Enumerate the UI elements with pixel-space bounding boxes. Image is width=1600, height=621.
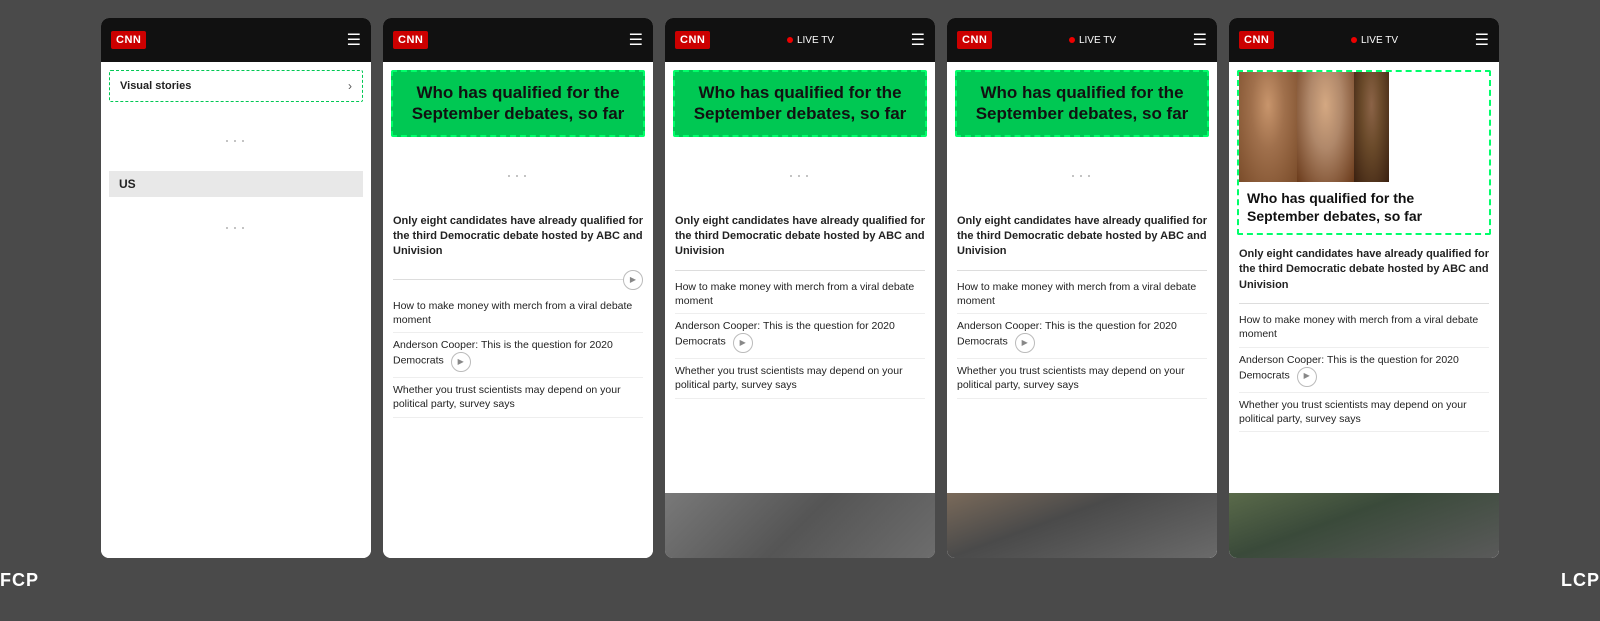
phone-2: CNN ☰ Who has qualified for the Septembe… xyxy=(383,18,653,558)
visual-stories-label: Visual stories xyxy=(120,80,191,92)
play-button-2[interactable]: ▶ xyxy=(623,270,643,290)
hamburger-icon-1[interactable]: ☰ xyxy=(347,30,361,50)
navbar-1: CNN ☰ xyxy=(101,18,371,62)
fcp-label: FCP xyxy=(0,570,39,591)
hamburger-icon-3[interactable]: ☰ xyxy=(911,30,925,50)
dots-2: ··· xyxy=(383,145,653,206)
phone2-content: Who has qualified for the September deba… xyxy=(383,62,653,558)
article-item-4-2[interactable]: Whether you trust scientists may depend … xyxy=(957,359,1207,398)
dots-3: ··· xyxy=(665,145,935,206)
article-item-text-4-1: Anderson Cooper: This is the question fo… xyxy=(957,320,1177,348)
article-item-2-2[interactable]: Whether you trust scientists may depend … xyxy=(393,378,643,417)
headline-box-2: Who has qualified for the September deba… xyxy=(391,70,645,137)
cnn-logo-3: CNN xyxy=(675,31,710,49)
live-dot-4 xyxy=(1069,37,1075,43)
phone4-content: Who has qualified for the September deba… xyxy=(947,62,1217,558)
article-item-4-0[interactable]: How to make money with merch from a vira… xyxy=(957,275,1207,314)
bottom-image-overlay-5 xyxy=(1229,493,1499,558)
play-icon-3-1[interactable]: ▶ xyxy=(733,333,753,353)
article-item-5-1[interactable]: Anderson Cooper: This is the question fo… xyxy=(1239,348,1489,393)
headline-text-5: Who has qualified for the September deba… xyxy=(1247,190,1481,225)
headline-box-3: Who has qualified for the September deba… xyxy=(673,70,927,137)
play-icon-2-1[interactable]: ▶ xyxy=(451,352,471,372)
phone5-content: Who has qualified for the September deba… xyxy=(1229,62,1499,558)
article-item-2-0[interactable]: How to make money with merch from a vira… xyxy=(393,294,643,333)
lcp-label: LCP xyxy=(1561,570,1600,591)
article-body-3: Only eight candidates have already quali… xyxy=(665,206,935,490)
headline-text-3: Who has qualified for the September deba… xyxy=(687,82,913,125)
article-body-5: Only eight candidates have already quali… xyxy=(1229,235,1499,489)
article-item-5-2[interactable]: Whether you trust scientists may depend … xyxy=(1239,393,1489,432)
article-body-2: Only eight candidates have already quali… xyxy=(383,206,653,559)
cnn-logo-1: CNN xyxy=(111,31,146,49)
article-item-text-5-1: Anderson Cooper: This is the question fo… xyxy=(1239,354,1459,382)
bottom-image-overlay-4 xyxy=(947,493,1217,558)
phone-3: CNN LIVE TV ☰ Who has qualified for the … xyxy=(665,18,935,558)
hamburger-icon-5[interactable]: ☰ xyxy=(1475,30,1489,50)
chevron-right-icon: › xyxy=(348,79,352,93)
phone1-content: Visual stories › ··· US ··· xyxy=(101,62,371,558)
headline-text-2: Who has qualified for the September deba… xyxy=(405,82,631,125)
article-item-3-2[interactable]: Whether you trust scientists may depend … xyxy=(675,359,925,398)
article-body-4: Only eight candidates have already quali… xyxy=(947,206,1217,490)
headline-text-4: Who has qualified for the September deba… xyxy=(969,82,1195,125)
phone-fcp: CNN ☰ Visual stories › ··· US ··· xyxy=(101,18,371,558)
lcp-top-box: Who has qualified for the September deba… xyxy=(1237,70,1491,235)
face-booker xyxy=(1354,72,1389,182)
live-tv-badge-3[interactable]: LIVE TV xyxy=(787,35,834,46)
live-tv-badge-5[interactable]: LIVE TV xyxy=(1351,35,1398,46)
main-article-text-4: Only eight candidates have already quali… xyxy=(957,206,1207,266)
phone-lcp: CNN LIVE TV ☰ xyxy=(1229,18,1499,558)
face-biden xyxy=(1297,72,1355,182)
article-item-2-1[interactable]: Anderson Cooper: This is the question fo… xyxy=(393,333,643,378)
loading-dots-1: ··· xyxy=(101,110,371,171)
article-item-text-2-1: Anderson Cooper: This is the question fo… xyxy=(393,339,613,367)
hamburger-icon-2[interactable]: ☰ xyxy=(629,30,643,50)
live-dot-3 xyxy=(787,37,793,43)
live-tv-text-5: LIVE TV xyxy=(1361,35,1398,46)
lcp-content-row xyxy=(1239,72,1489,182)
article-item-text-3-1: Anderson Cooper: This is the question fo… xyxy=(675,320,895,348)
navbar-2: CNN ☰ xyxy=(383,18,653,62)
hamburger-icon-4[interactable]: ☰ xyxy=(1193,30,1207,50)
bottom-image-5 xyxy=(1229,493,1499,558)
us-section-bar: US xyxy=(109,171,363,197)
main-article-text-3: Only eight candidates have already quali… xyxy=(675,206,925,266)
article-item-3-0[interactable]: How to make money with merch from a vira… xyxy=(675,275,925,314)
article-item-3-1[interactable]: Anderson Cooper: This is the question fo… xyxy=(675,314,925,359)
loading-dots-2: ··· xyxy=(101,197,371,258)
lcp-headline-area: Who has qualified for the September deba… xyxy=(1239,182,1489,233)
faces-container xyxy=(1239,72,1389,182)
navbar-5: CNN LIVE TV ☰ xyxy=(1229,18,1499,62)
live-tv-badge-4[interactable]: LIVE TV xyxy=(1069,35,1116,46)
article-item-5-0[interactable]: How to make money with merch from a vira… xyxy=(1239,308,1489,347)
visual-stories-bar[interactable]: Visual stories › xyxy=(109,70,363,102)
video-row-2: ▶ xyxy=(393,266,643,294)
cnn-logo-4: CNN xyxy=(957,31,992,49)
labels-row: FCP LCP xyxy=(0,558,1600,597)
bottom-image-3 xyxy=(665,493,935,558)
dots-4: ··· xyxy=(947,145,1217,206)
live-dot-5 xyxy=(1351,37,1357,43)
live-tv-text-3: LIVE TV xyxy=(797,35,834,46)
bottom-image-overlay-3 xyxy=(665,493,935,558)
bottom-image-4 xyxy=(947,493,1217,558)
play-icon-4-1[interactable]: ▶ xyxy=(1015,333,1035,353)
cnn-logo-2: CNN xyxy=(393,31,428,49)
phone-4: CNN LIVE TV ☰ Who has qualified for the … xyxy=(947,18,1217,558)
live-tv-text-4: LIVE TV xyxy=(1079,35,1116,46)
main-container: CNN ☰ Visual stories › ··· US ··· CNN ☰ … xyxy=(0,0,1600,558)
navbar-3: CNN LIVE TV ☰ xyxy=(665,18,935,62)
play-icon-5-1[interactable]: ▶ xyxy=(1297,367,1317,387)
article-item-4-1[interactable]: Anderson Cooper: This is the question fo… xyxy=(957,314,1207,359)
navbar-4: CNN LIVE TV ☰ xyxy=(947,18,1217,62)
face-kamala xyxy=(1239,72,1297,182)
headline-box-4: Who has qualified for the September deba… xyxy=(955,70,1209,137)
phone3-content: Who has qualified for the September deba… xyxy=(665,62,935,558)
main-article-text-5: Only eight candidates have already quali… xyxy=(1239,239,1489,299)
main-article-text-2: Only eight candidates have already quali… xyxy=(393,206,643,266)
cnn-logo-5: CNN xyxy=(1239,31,1274,49)
